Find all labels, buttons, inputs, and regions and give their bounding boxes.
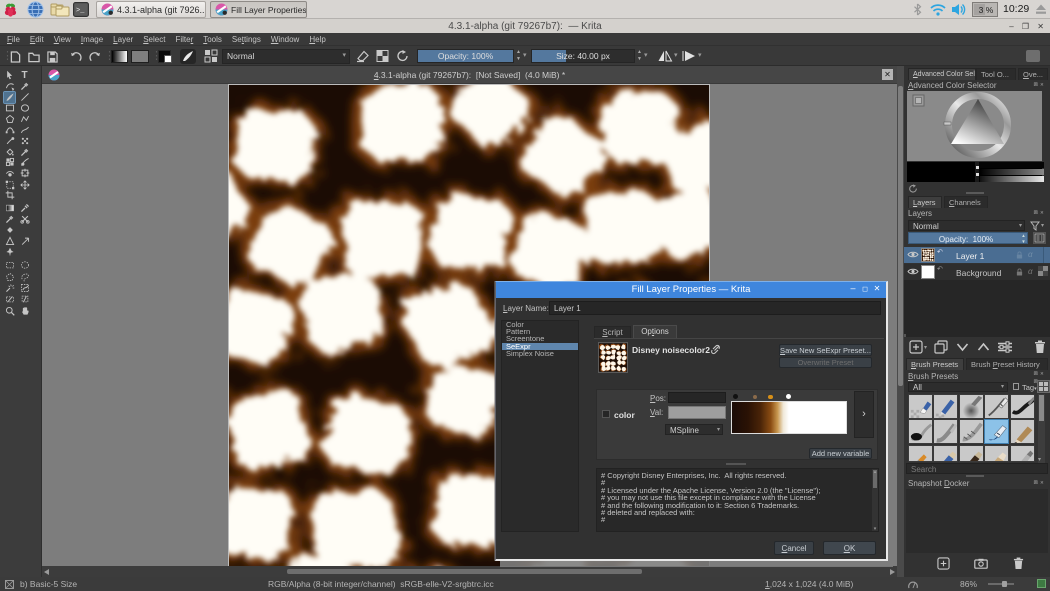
svg-text:>_: >_ bbox=[76, 7, 85, 15]
